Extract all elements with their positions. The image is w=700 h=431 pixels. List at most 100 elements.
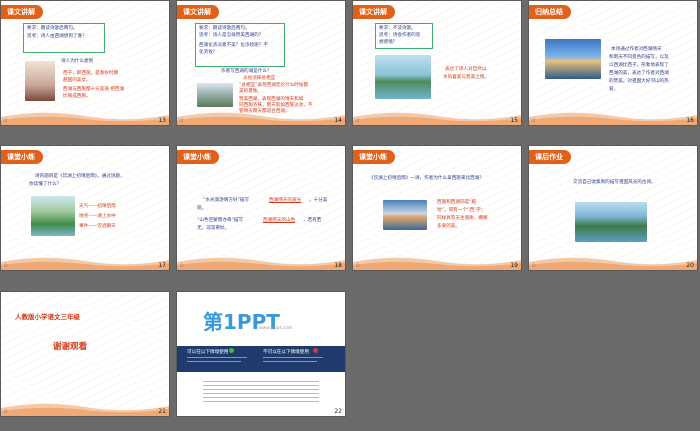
slide-tag: 课文讲解 [1, 5, 43, 19]
text-line: 西湖晴天的波光 [269, 198, 302, 203]
text-line: 思考：诗人由西湖想到了谁？ [27, 34, 87, 39]
star-icon: ☆ [531, 117, 537, 124]
slide-tag: 课堂小练 [1, 150, 43, 164]
text-line: 本诗通过作者对西湖晴天 [611, 47, 662, 52]
wave-decoration [1, 257, 169, 270]
text-line: 思考：诗人是怎样赞美西湖的？ [199, 33, 264, 38]
west-lake-sunset-photo [545, 39, 601, 79]
text-line: 美的景致。 [239, 89, 262, 94]
slide-number: 14 [334, 117, 342, 124]
slide-number: 13 [158, 117, 166, 124]
wave-decoration [1, 403, 169, 416]
star-icon: ☆ [531, 262, 537, 269]
slide-number: 15 [510, 117, 518, 124]
wave-decoration [353, 112, 521, 125]
star-icon: ☆ [355, 117, 361, 124]
slide-tag: 课后作业 [529, 150, 571, 164]
text-line: 水的喜爱与赞美之情。 [443, 75, 489, 80]
text-line: 无，非常奇妙。 [197, 226, 230, 231]
text-line: 要求：朗读诗歌后两句。 [199, 26, 250, 31]
text-line: 多姿的美。 [437, 224, 460, 229]
text-line: 丽。 [197, 206, 207, 211]
banner-right-title: 不可以在以下情境使用 [263, 350, 309, 355]
text-line: 你读懂了什么？ [29, 182, 62, 187]
slide-number: 21 [158, 408, 166, 415]
text-line: 化浓妆？ [199, 50, 218, 55]
slide-number: 19 [510, 262, 518, 269]
text-line: 想感情？ [379, 40, 398, 45]
banner-left-title: 可以在以下情境使用 [187, 350, 229, 355]
text-line: 的赞美，对祖国大好河山的热 [609, 79, 669, 84]
text-line: 西湖雨天的山色 [263, 218, 296, 223]
slide-number: 17 [158, 262, 166, 269]
slide-tag: 课文讲解 [353, 5, 395, 19]
link-grid [203, 378, 319, 404]
west-lake-photo [375, 55, 431, 99]
slide-thumbnail-21[interactable]: 人教版小学语文三年级 谢谢观看 ☆ 21 [1, 292, 169, 416]
slide-thumbnail-17[interactable]: 课堂小练 诗的题目是《饮湖上初晴后雨》，通过诗题， 你读懂了什么？ 天气——初晴… [1, 146, 169, 270]
text-line: ，若有若 [303, 218, 322, 223]
lake-sunset-photo [383, 200, 427, 230]
wave-decoration [529, 257, 697, 270]
text-line: 《饮湖上初晴后雨》一诗，作者为什么拿西施来比西湖？ [369, 176, 484, 181]
text-line: 淡妆浓抹总相宜 [243, 76, 276, 81]
text-line: “水光潋滟晴方好”描写 [203, 198, 250, 203]
slide-thumbnail-16[interactable]: 归纳总结 本诗通过作者对西湖晴天 和雨天不同景色的描写，以及 以西湖比西子，形象… [529, 1, 697, 125]
slide-tag: 课堂小练 [177, 150, 219, 164]
text-line: 比喻成西施。 [63, 94, 91, 99]
pavilion-photo [31, 196, 75, 236]
text-line: 诗人为什么想到 [61, 59, 94, 64]
check-icon [229, 348, 234, 353]
text-line: 和雨天不同景色的描写，以及 [609, 55, 669, 60]
slide-number: 22 [334, 408, 342, 415]
slide-thumbnail-20[interactable]: 课后作业 交流自己收集到的描写祖国风光的古诗。 ☆ 20 [529, 146, 697, 270]
wave-decoration [529, 112, 697, 125]
lake-photo [197, 83, 233, 107]
slide-thumbnail-15[interactable]: 课文讲解 要求：齐读诗歌。 思考：诗会作者的思 想感情？ 表达了诗人对自然山 水… [353, 1, 521, 125]
text-line: 交流自己收集到的描写祖国风光的古诗。 [573, 180, 656, 185]
text-line: 西施和西湖同是“越 [437, 200, 477, 205]
text-line: 要求：朗读诗歌后两句。 [27, 26, 78, 31]
text-line: 诗的题目是《饮湖上初晴后雨》，通过诗题， [35, 174, 125, 179]
text-line: 爱。 [609, 87, 619, 92]
slide-thumbnail-19[interactable]: 课堂小练 《饮湖上初晴后雨》一诗，作者为什么拿西施来比西湖？ 西施和西湖同是“越… [353, 146, 521, 270]
text-line: “山色空蒙雨亦奇”描写 [197, 218, 244, 223]
star-icon: ☆ [3, 117, 9, 124]
text-line: 西湖的美，表达了作者对西湖 [609, 71, 669, 76]
slide-tag: 课堂小练 [353, 150, 395, 164]
star-icon: ☆ [179, 262, 185, 269]
text-line: 事件——饮酒聊天 [79, 224, 116, 229]
slide-tag: 课文讲解 [177, 5, 219, 19]
text-line: 人教版小学语文三年级 [15, 313, 80, 321]
star-icon: ☆ [355, 262, 361, 269]
wave-decoration [177, 112, 345, 125]
slide-thumbnail-18[interactable]: 课堂小练 “水光潋滟晴方好”描写 西湖晴天的波光 ，十分美 丽。 “山色空蒙雨亦… [177, 146, 345, 270]
text-line: 越国的美女。 [63, 78, 91, 83]
xishi-portrait-image [25, 61, 55, 101]
text-line: 作者写西湖的湖是什么？ [221, 69, 272, 74]
star-icon: ☆ [179, 117, 185, 124]
wave-decoration [353, 257, 521, 270]
text-line: 西湖与西施都十分美丽 把西湖 [63, 87, 125, 92]
text-line: 以西湖比西子，形象地表现了 [609, 63, 669, 68]
text-line: 同样具有天生丽质、婀娜 [437, 216, 488, 221]
text-line: 地”，同有一个“西”字； [437, 208, 486, 213]
text-line: ，十分美 [309, 198, 328, 203]
text-line: 西湖化浓淡素不美？化浓妆呢？不 [199, 43, 268, 48]
slide-thumbnail-14[interactable]: 课文讲解 要求：朗读诗歌后两句。 思考：诗人是怎样赞美西湖的？ 西湖化浓淡素不美… [177, 1, 345, 125]
slide-number: 16 [686, 117, 694, 124]
cross-icon [313, 348, 318, 353]
text-line: 地点——湖上水中 [79, 214, 116, 219]
slide-thumbnail-13[interactable]: 课文讲解 要求：朗读诗歌后两句。 思考：诗人由西湖想到了谁？ 诗人为什么想到 西… [1, 1, 169, 125]
thanks-title: 谢谢观看 [53, 342, 88, 352]
star-icon: ☆ [3, 262, 9, 269]
karst-landscape-photo [575, 202, 647, 242]
wave-decoration [1, 112, 169, 125]
text-line: 天气——初晴后雨 [79, 204, 116, 209]
slide-number: 18 [334, 262, 342, 269]
info-banner: 可以在以下情境使用 不可以在以下情境使用 [177, 346, 345, 372]
slide-number: 20 [686, 262, 694, 269]
logo-url: www.1ppt.com [259, 326, 293, 331]
slide-thumbnail-22[interactable]: 第1PPT www.1ppt.com 可以在以下情境使用 不可以在以下情境使用 … [177, 292, 345, 416]
wave-decoration [177, 257, 345, 270]
